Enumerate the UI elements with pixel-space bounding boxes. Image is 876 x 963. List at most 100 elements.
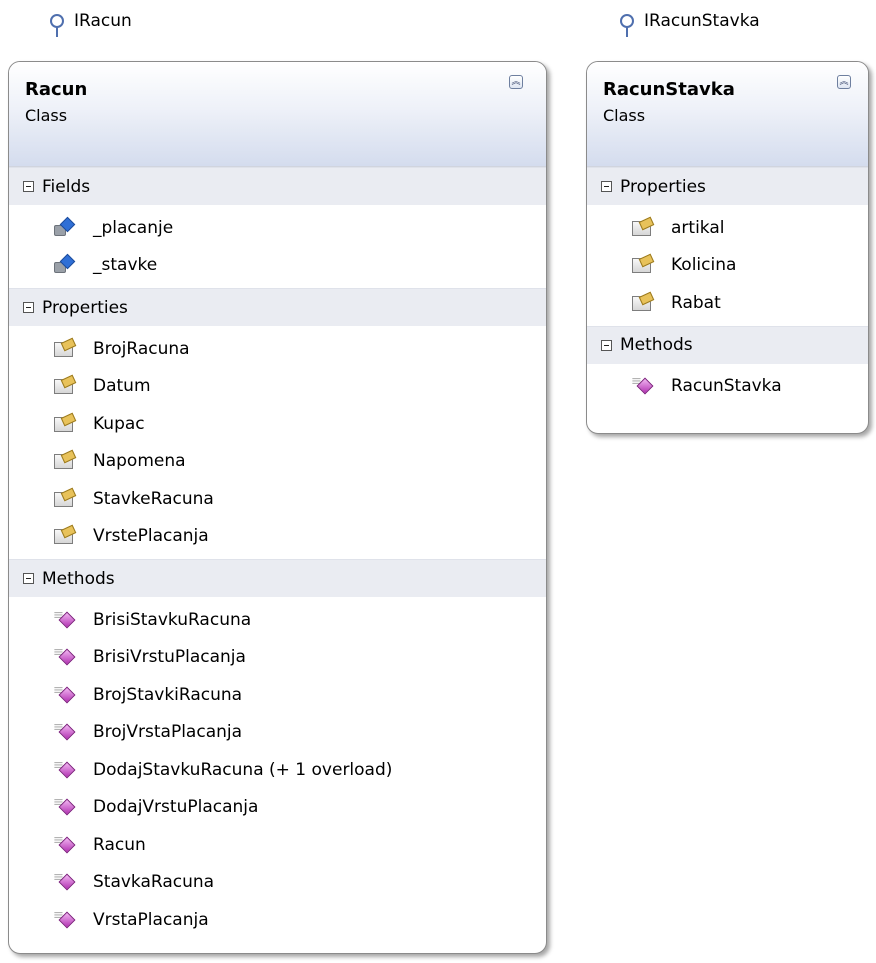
class-racun[interactable]: Racun Class ︽ Fields _placanje _stavke Prop… <box>8 61 547 954</box>
property-icon <box>53 526 75 546</box>
member-list: BrojRacuna Datum Kupac Napomena StavkeRacuna… <box>9 326 546 559</box>
member-item[interactable]: VrstePlacanja <box>9 518 546 556</box>
method-icon <box>53 833 75 855</box>
class-header: RacunStavka Class ︽ <box>587 62 868 167</box>
member-item[interactable]: DodajVrstuPlacanja <box>9 789 546 827</box>
member-item[interactable]: Rabat <box>587 284 868 322</box>
member-item[interactable]: VrstaPlacanja <box>9 901 546 939</box>
member-item[interactable]: StavkeRacuna <box>9 480 546 518</box>
member-item[interactable]: Datum <box>9 368 546 406</box>
method-icon <box>53 683 75 705</box>
collapse-minus-icon[interactable] <box>601 339 612 351</box>
collapse-minus-icon[interactable] <box>23 573 34 584</box>
member-item[interactable]: BrisiStavkuRacuna <box>9 601 546 639</box>
method-icon <box>53 758 75 780</box>
interface-name: IRacunStavka <box>644 11 760 31</box>
member-name: VrstaPlacanja <box>93 909 209 930</box>
member-item[interactable]: DodajStavkuRacuna (+ 1 overload) <box>9 751 546 789</box>
member-item[interactable]: BrojVrstaPlacanja <box>9 714 546 752</box>
member-item[interactable]: artikal <box>587 209 868 247</box>
member-name: BrojStavkiRacuna <box>93 684 243 705</box>
section-header-fields[interactable]: Fields <box>9 167 546 205</box>
field-icon <box>53 255 75 275</box>
method-icon <box>53 795 75 817</box>
member-name: DodajStavkuRacuna (+ 1 overload) <box>93 759 393 780</box>
property-icon <box>53 414 75 434</box>
property-icon <box>631 255 653 275</box>
class-sections: Properties artikal Kolicina Rabat Methods Rac… <box>587 167 868 409</box>
member-name: VrstePlacanja <box>93 526 209 547</box>
section-header-properties[interactable]: Properties <box>587 167 868 205</box>
member-item[interactable]: Kolicina <box>587 247 868 285</box>
method-icon <box>53 870 75 892</box>
section-title: Methods <box>620 335 693 355</box>
member-item[interactable]: Kupac <box>9 405 546 443</box>
interface-lollipop-icon <box>616 0 640 37</box>
member-list: BrisiStavkuRacuna BrisiVrstuPlacanja BrojS… <box>9 597 546 943</box>
member-item[interactable]: StavkaRacuna <box>9 864 546 902</box>
field-icon <box>53 218 75 238</box>
member-name: BrisiVrstuPlacanja <box>93 647 246 668</box>
class-sections: Fields _placanje _stavke Properties BrojRacu… <box>9 167 546 943</box>
section-title: Methods <box>42 568 115 589</box>
property-icon <box>53 489 75 509</box>
collapse-minus-icon[interactable] <box>23 302 34 313</box>
section-title: Properties <box>42 297 128 318</box>
interface-name: IRacun <box>74 11 132 31</box>
interface-iracun: IRacun <box>46 0 132 37</box>
member-name: BrisiStavkuRacuna <box>93 609 252 630</box>
section-title: Fields <box>42 176 91 197</box>
class-kind: Class <box>603 106 646 125</box>
class-header: Racun Class ︽ <box>9 62 546 167</box>
member-item[interactable]: Napomena <box>9 443 546 481</box>
member-name: Racun <box>93 834 146 855</box>
method-icon <box>631 374 653 396</box>
member-item[interactable]: _placanje <box>9 209 546 247</box>
member-name: Kupac <box>93 413 145 434</box>
property-icon <box>53 376 75 396</box>
member-item[interactable]: Racun <box>9 826 546 864</box>
section-title: Properties <box>620 176 706 197</box>
method-icon <box>53 720 75 742</box>
property-icon <box>53 339 75 359</box>
property-icon <box>631 218 653 238</box>
member-name: Kolicina <box>671 255 737 276</box>
collapse-minus-icon[interactable] <box>601 181 612 192</box>
class-name: Racun <box>25 79 88 100</box>
member-item[interactable]: BrojRacuna <box>9 330 546 368</box>
member-name: artikal <box>671 217 725 238</box>
collapse-chevron-icon[interactable]: ︽ <box>509 75 523 89</box>
member-name: RacunStavka <box>671 376 782 397</box>
property-icon <box>53 451 75 471</box>
member-item[interactable]: RacunStavka <box>587 368 868 406</box>
method-icon <box>53 608 75 630</box>
method-icon <box>53 908 75 930</box>
interface-iracunstavka: IRacunStavka <box>616 0 760 37</box>
member-item[interactable]: _stavke <box>9 247 546 285</box>
class-racunstavka[interactable]: RacunStavka Class ︽ Properties artikal Kol… <box>586 61 869 434</box>
property-icon <box>631 293 653 313</box>
member-name: Napomena <box>93 451 186 472</box>
interface-lollipop-icon <box>46 0 70 37</box>
method-icon <box>53 645 75 667</box>
member-item[interactable]: BrisiVrstuPlacanja <box>9 639 546 677</box>
member-name: StavkeRacuna <box>93 488 214 509</box>
section-header-properties[interactable]: Properties <box>9 288 546 326</box>
section-header-methods[interactable]: Methods <box>587 325 868 364</box>
member-name: Datum <box>93 376 151 397</box>
member-item[interactable]: BrojStavkiRacuna <box>9 676 546 714</box>
member-name: Rabat <box>671 292 721 313</box>
member-list: _placanje _stavke <box>9 205 546 288</box>
member-name: _placanje <box>93 217 174 238</box>
member-name: StavkaRacuna <box>93 872 215 893</box>
class-kind: Class <box>25 106 68 125</box>
member-name: BrojVrstaPlacanja <box>93 722 243 743</box>
member-list: RacunStavka <box>587 364 868 410</box>
member-name: _stavke <box>93 255 158 276</box>
member-list: artikal Kolicina Rabat <box>587 205 868 326</box>
class-name: RacunStavka <box>603 79 735 100</box>
collapse-chevron-icon[interactable]: ︽ <box>837 75 851 89</box>
member-name: BrojRacuna <box>93 338 190 359</box>
section-header-methods[interactable]: Methods <box>9 559 546 597</box>
collapse-minus-icon[interactable] <box>23 181 34 192</box>
